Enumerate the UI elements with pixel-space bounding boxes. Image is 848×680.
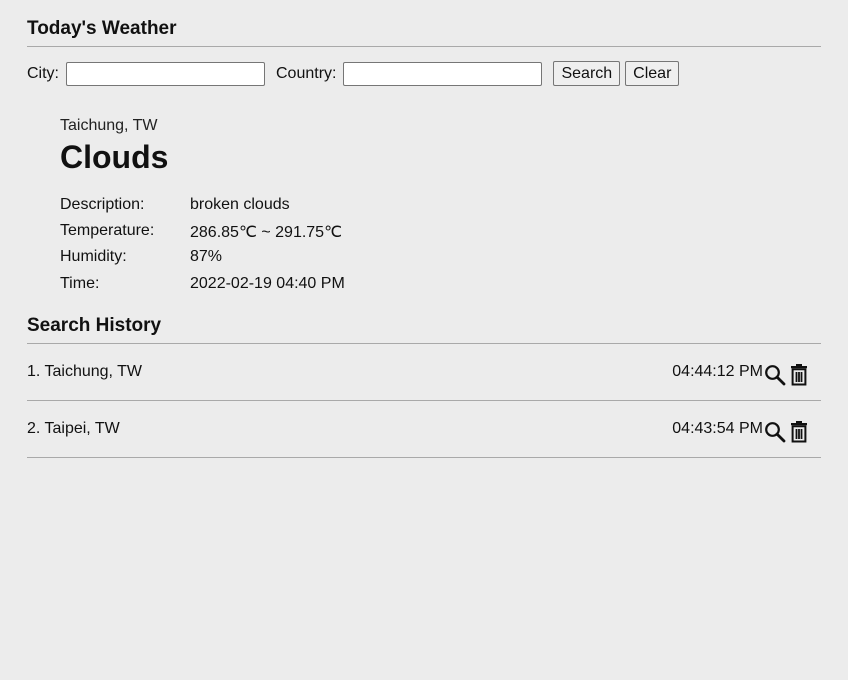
detail-label: Time: bbox=[60, 274, 100, 292]
detail-label: Description: bbox=[60, 195, 145, 213]
country-input[interactable] bbox=[343, 61, 543, 86]
trash-icon[interactable] bbox=[787, 420, 811, 444]
clear-button[interactable]: Clear bbox=[625, 61, 680, 86]
weather-result: Taichung, TW Clouds Description: broken … bbox=[60, 117, 821, 301]
search-history: Search History 1. Taichung, TW 04:44:12 … bbox=[27, 315, 821, 458]
search-form: City: Country: Search Clear bbox=[27, 61, 821, 86]
detail-row-temperature: Temperature: 286.85℃ ~ 291.75℃ bbox=[60, 222, 821, 248]
history-item: 2. Taipei, TW 04:43:54 PM bbox=[27, 401, 821, 458]
detail-row-humidity: Humidity: 87% bbox=[60, 248, 821, 274]
history-item-label: 1. Taichung, TW bbox=[27, 362, 143, 380]
search-icon[interactable] bbox=[763, 420, 787, 444]
detail-row-time: Time: 2022-02-19 04:40 PM bbox=[60, 275, 821, 301]
weather-details: Description: broken clouds Temperature: … bbox=[60, 196, 821, 301]
detail-label: Temperature: bbox=[60, 222, 155, 240]
weather-location: Taichung, TW bbox=[60, 117, 158, 134]
page-title: Today's Weather bbox=[27, 18, 821, 47]
trash-icon[interactable] bbox=[787, 363, 811, 387]
history-item-label: 2. Taipei, TW bbox=[27, 419, 120, 437]
weather-main: Clouds bbox=[60, 139, 169, 175]
search-button[interactable]: Search bbox=[553, 61, 621, 86]
weather-app: Today's Weather City: Country: Search Cl… bbox=[27, 18, 821, 458]
detail-label: Humidity: bbox=[60, 248, 127, 266]
city-label: City: bbox=[27, 64, 59, 82]
detail-value: broken clouds bbox=[190, 195, 290, 213]
detail-row-description: Description: broken clouds bbox=[60, 196, 821, 222]
search-icon[interactable] bbox=[763, 363, 787, 387]
detail-value: 2022-02-19 04:40 PM bbox=[190, 274, 345, 292]
history-title: Search History bbox=[27, 315, 821, 344]
history-item-time: 04:43:54 PM bbox=[672, 419, 763, 437]
country-label: Country: bbox=[276, 64, 337, 82]
history-item: 1. Taichung, TW 04:44:12 PM bbox=[27, 344, 821, 401]
detail-value: 286.85℃ ~ 291.75℃ bbox=[190, 224, 343, 242]
detail-value: 87% bbox=[190, 248, 223, 266]
history-item-time: 04:44:12 PM bbox=[672, 362, 763, 380]
city-input[interactable] bbox=[66, 61, 265, 86]
